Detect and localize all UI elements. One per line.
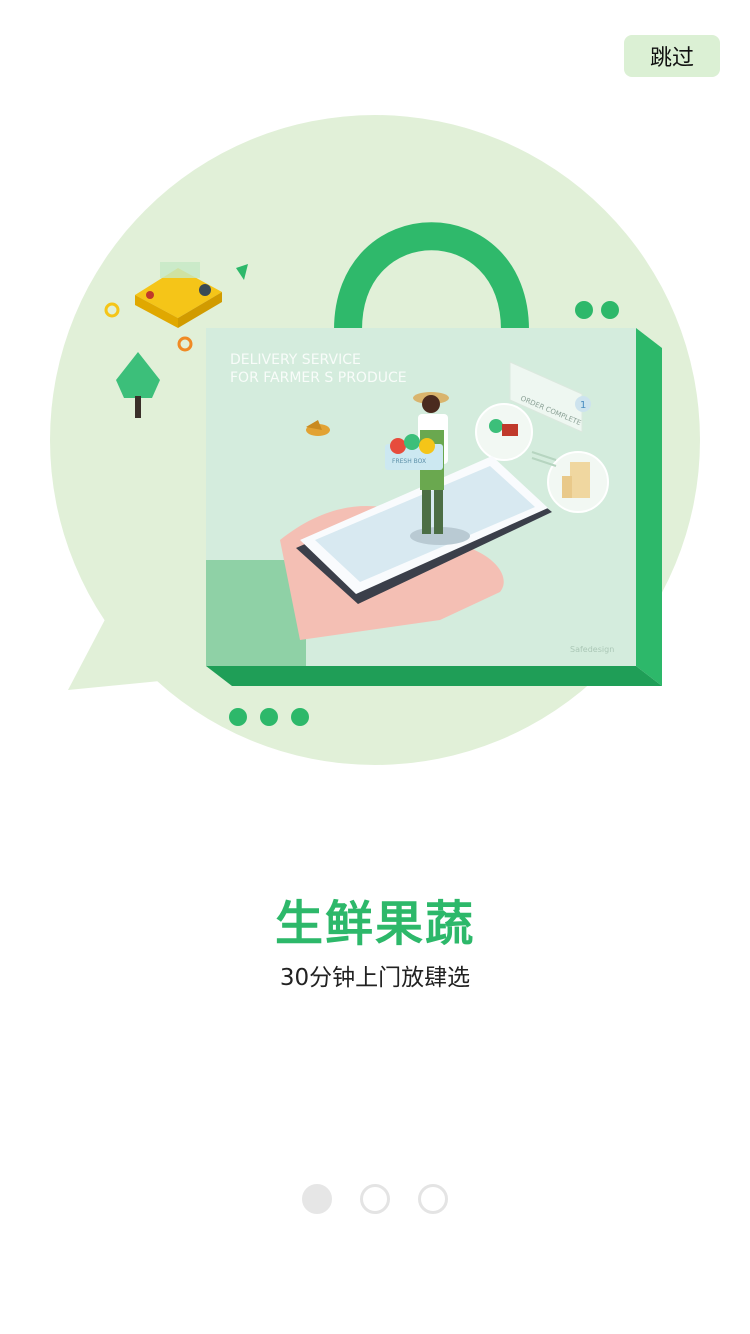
page-subtitle: 30分钟上门放肆选 [279, 965, 471, 991]
page-dot-active[interactable] [302, 1184, 332, 1214]
delivery-text-line2: FOR FARMER S PRODUCE [230, 370, 407, 386]
deco-dot [575, 301, 593, 319]
city-badge-icon [547, 451, 609, 513]
fresh-box-label: FRESH BOX [392, 458, 426, 465]
page-title: 生鲜果蔬 [274, 896, 475, 952]
hero-illustration: DELIVERY SERVICE FOR FARMER S PRODUCE OR… [50, 115, 700, 765]
delivery-text-line1: DELIVERY SERVICE [230, 352, 361, 368]
deco-dot [291, 708, 309, 726]
watermark: Safedesign [570, 645, 614, 654]
farm-badge-icon [475, 403, 533, 461]
deco-dot [601, 301, 619, 319]
order-count: 1 [580, 400, 586, 411]
page-dot[interactable] [418, 1184, 448, 1214]
deco-dot [260, 708, 278, 726]
page-indicator [0, 1184, 750, 1214]
deco-dot [229, 708, 247, 726]
page-dot[interactable] [360, 1184, 390, 1214]
